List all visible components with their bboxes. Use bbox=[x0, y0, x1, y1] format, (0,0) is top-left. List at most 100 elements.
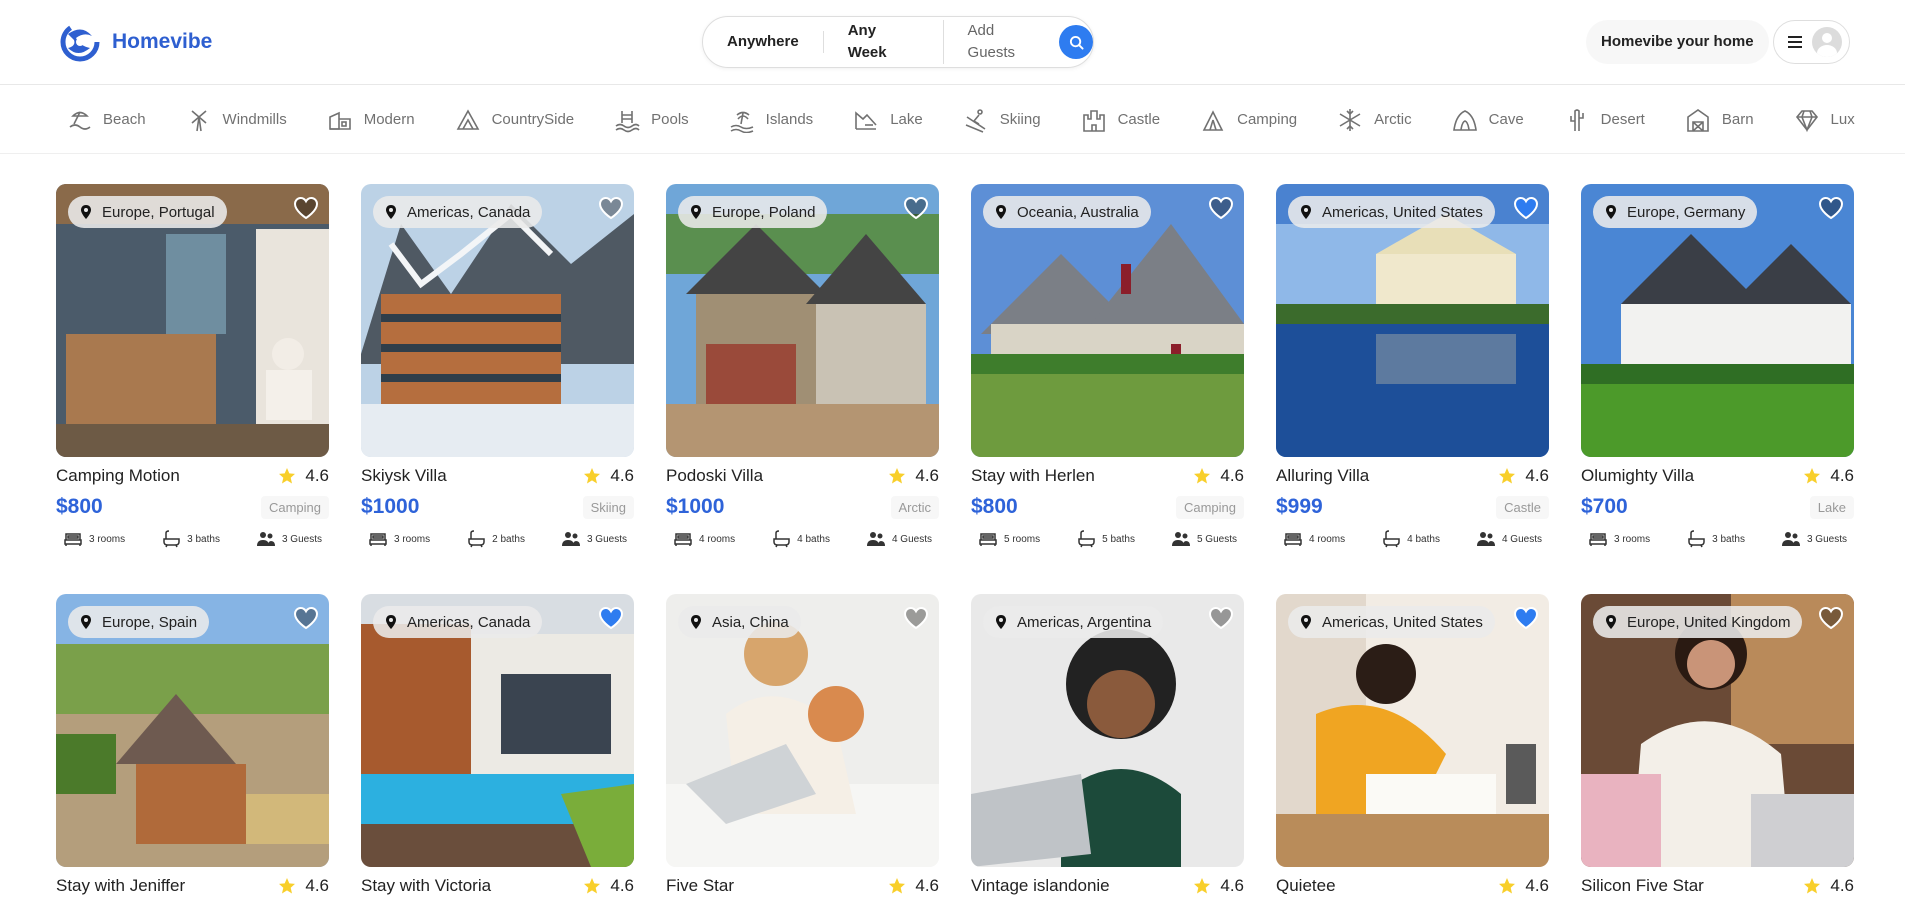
rating-value: 4.6 bbox=[1525, 466, 1549, 485]
logo[interactable]: Homevibe bbox=[58, 20, 212, 64]
favorite-heart-icon[interactable] bbox=[903, 196, 929, 220]
rating-value: 4.6 bbox=[1830, 466, 1854, 485]
favorite-heart-icon[interactable] bbox=[598, 606, 624, 630]
favorite-heart-icon[interactable] bbox=[293, 606, 319, 630]
favorite-heart-icon[interactable] bbox=[1513, 196, 1539, 220]
listing-card[interactable]: Asia, China Five Star 4.6 bbox=[666, 594, 939, 896]
beach-icon bbox=[69, 111, 91, 130]
search-button[interactable] bbox=[1059, 25, 1093, 59]
rooms-feature: 3 rooms bbox=[368, 529, 430, 549]
category-beach[interactable]: Beach bbox=[66, 107, 146, 133]
listing-title[interactable]: Podoski Villa bbox=[666, 466, 763, 486]
favorite-heart-icon[interactable] bbox=[1818, 606, 1844, 630]
listing-title[interactable]: Silicon Five Star bbox=[1581, 876, 1704, 896]
location-label: Americas, Argentina bbox=[1017, 613, 1152, 631]
star-icon bbox=[584, 468, 601, 484]
favorite-heart-icon[interactable] bbox=[903, 606, 929, 630]
favorite-heart-icon[interactable] bbox=[598, 196, 624, 220]
guests-count: 3 Guests bbox=[281, 533, 322, 545]
listing-photo[interactable]: Americas, Canada bbox=[361, 184, 634, 457]
diamond-icon bbox=[1795, 109, 1818, 132]
listing-title[interactable]: Camping Motion bbox=[56, 466, 180, 486]
listing-title[interactable]: Stay with Jeniffer bbox=[56, 876, 185, 896]
listing-title[interactable]: Stay with Herlen bbox=[971, 466, 1095, 486]
logo-text: Homevibe bbox=[112, 30, 213, 53]
location-badge: Asia, China bbox=[678, 606, 801, 638]
category-pools[interactable]: Pools bbox=[614, 107, 689, 133]
listing-card[interactable]: Americas, Canada Skiysk Villa 4.6 $1000 Skii… bbox=[361, 184, 634, 549]
search-bar[interactable]: Anywhere Any Week Add Guests bbox=[702, 16, 1094, 68]
search-location[interactable]: Anywhere bbox=[703, 31, 824, 53]
favorite-heart-icon[interactable] bbox=[1818, 196, 1844, 220]
listing-photo[interactable]: Europe, Germany bbox=[1581, 184, 1854, 457]
search-week[interactable]: Any Week bbox=[824, 20, 944, 64]
baths-feature: 3 baths bbox=[161, 529, 220, 549]
listing-title[interactable]: Skiysk Villa bbox=[361, 466, 447, 486]
listing-photo[interactable]: Americas, United States bbox=[1276, 184, 1549, 457]
category-lake[interactable]: Lake bbox=[853, 107, 923, 133]
listing-photo[interactable]: Europe, United Kingdom bbox=[1581, 594, 1854, 867]
listing-card[interactable]: Europe, United Kingdom Silicon Five Star 4… bbox=[1581, 594, 1854, 896]
skiing-icon bbox=[965, 108, 986, 133]
category-barn[interactable]: Barn bbox=[1685, 107, 1754, 133]
category-arctic[interactable]: Arctic bbox=[1337, 107, 1412, 133]
favorite-heart-icon[interactable] bbox=[1513, 606, 1539, 630]
listing-photo[interactable]: Europe, Portugal bbox=[56, 184, 329, 457]
listing-card[interactable]: Oceania, Australia Stay with Herlen 4.6 $80… bbox=[971, 184, 1244, 549]
rooms-count: 4 rooms bbox=[699, 533, 736, 545]
listing-card[interactable]: Americas, Canada Stay with Victoria 4.6 bbox=[361, 594, 634, 896]
category-lux[interactable]: Lux bbox=[1794, 107, 1855, 133]
rooms-feature: 4 rooms bbox=[673, 529, 735, 549]
rating: 4.6 bbox=[888, 876, 939, 896]
bathtub-icon bbox=[1383, 530, 1400, 548]
listing-photo[interactable]: Asia, China bbox=[666, 594, 939, 867]
baths-count: 5 baths bbox=[1102, 533, 1135, 545]
listing-title[interactable]: Stay with Victoria bbox=[361, 876, 491, 896]
category-label: Lux bbox=[1830, 111, 1855, 128]
listing-card[interactable]: Americas, United States Alluring Villa 4.6… bbox=[1276, 184, 1549, 549]
category-desert[interactable]: Desert bbox=[1564, 107, 1645, 133]
category-countryside[interactable]: CountrySide bbox=[455, 107, 574, 133]
location-badge: Europe, Portugal bbox=[68, 196, 227, 228]
category-modern[interactable]: Modern bbox=[327, 107, 415, 133]
guests-feature: 4 Guests bbox=[866, 529, 932, 549]
menu-icon bbox=[1788, 36, 1802, 48]
listing-photo[interactable]: Americas, Argentina bbox=[971, 594, 1244, 867]
category-skiing[interactable]: Skiing bbox=[963, 107, 1041, 133]
category-cave[interactable]: Cave bbox=[1452, 107, 1524, 133]
category-camping[interactable]: Camping bbox=[1200, 107, 1297, 133]
category-windmills[interactable]: Windmills bbox=[186, 107, 287, 133]
favorite-heart-icon[interactable] bbox=[1208, 196, 1234, 220]
category-castle[interactable]: Castle bbox=[1081, 107, 1160, 133]
listing-card[interactable]: Americas, Argentina Vintage islandonie 4.6 bbox=[971, 594, 1244, 896]
listing-price: $800 bbox=[56, 495, 103, 518]
rating-value: 4.6 bbox=[1220, 466, 1244, 485]
location-label: Europe, Spain bbox=[102, 613, 198, 631]
listing-photo[interactable]: Europe, Spain bbox=[56, 594, 329, 867]
listing-title[interactable]: Olumighty Villa bbox=[1581, 466, 1694, 486]
listing-card[interactable]: Europe, Germany Olumighty Villa 4.6 $700 Lak… bbox=[1581, 184, 1854, 549]
user-menu-button[interactable] bbox=[1773, 20, 1850, 64]
favorite-heart-icon[interactable] bbox=[1208, 606, 1234, 630]
category-tag: Camping bbox=[1175, 495, 1244, 519]
listing-photo[interactable]: Oceania, Australia bbox=[971, 184, 1244, 457]
listing-photo[interactable]: Europe, Poland bbox=[666, 184, 939, 457]
listing-title[interactable]: Quietee bbox=[1276, 876, 1336, 896]
favorite-heart-icon[interactable] bbox=[293, 196, 319, 220]
camping-icon bbox=[1202, 109, 1224, 131]
host-button[interactable]: Homevibe your home bbox=[1586, 20, 1769, 64]
listing-card[interactable]: Americas, United States Quietee 4.6 bbox=[1276, 594, 1549, 896]
listing-card[interactable]: Europe, Poland Podoski Villa 4.6 $1000 Arcti… bbox=[666, 184, 939, 549]
listing-title[interactable]: Five Star bbox=[666, 876, 734, 896]
category-islands[interactable]: Islands bbox=[729, 107, 813, 133]
listing-photo[interactable]: Americas, Canada bbox=[361, 594, 634, 867]
listing-card[interactable]: Europe, Portugal Camping Motion 4.6 $800 Cam… bbox=[56, 184, 329, 549]
rating-value: 4.6 bbox=[1525, 876, 1549, 895]
listing-title[interactable]: Vintage islandonie bbox=[971, 876, 1110, 896]
listing-photo[interactable]: Americas, United States bbox=[1276, 594, 1549, 867]
listing-title[interactable]: Alluring Villa bbox=[1276, 466, 1369, 486]
location-badge: Europe, Germany bbox=[1593, 196, 1758, 228]
search-guests[interactable]: Add Guests bbox=[944, 20, 1058, 64]
bed-icon bbox=[1284, 533, 1302, 546]
listing-card[interactable]: Europe, Spain Stay with Jeniffer 4.6 bbox=[56, 594, 329, 896]
